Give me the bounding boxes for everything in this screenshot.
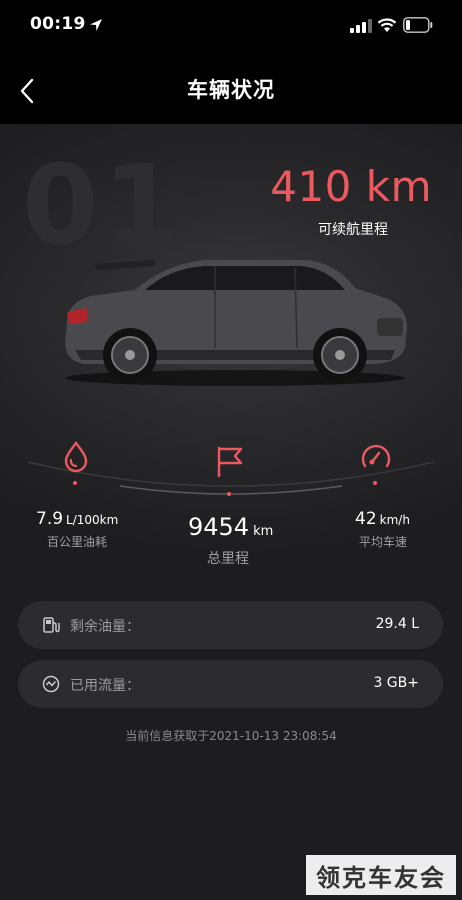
speedometer-icon (361, 444, 391, 468)
odometer-label: 总里程 (207, 551, 249, 567)
indicator-dot (227, 492, 231, 496)
indicator-dot (73, 481, 77, 485)
avg-speed-label: 平均车速 (359, 535, 408, 549)
car-image (65, 260, 407, 386)
odometer-number: 9454 (188, 513, 250, 541)
indicator-dot (373, 481, 377, 485)
remaining-fuel-label: 剩余油量： (70, 619, 140, 635)
data-usage-card[interactable]: 已用流量： 3 GB+ (18, 660, 443, 708)
status-bar: 00:19 (0, 0, 462, 52)
data-usage-icon (42, 675, 60, 693)
battery-icon (403, 17, 433, 33)
avg-speed-value: 42 km/h (355, 509, 410, 529)
odometer-value: 9454 km (188, 513, 273, 541)
location-arrow-icon (90, 19, 102, 31)
wifi-icon (377, 18, 397, 32)
range-label: 可续航里程 (318, 222, 388, 238)
fuel-consumption-unit: L/100km (66, 513, 119, 527)
data-usage-label: 已用流量： (70, 678, 140, 694)
nav-bar: 车辆状况 (0, 52, 462, 124)
fuel-consumption-label: 百公里油耗 (47, 535, 108, 549)
fuel-consumption-number: 7.9 (36, 509, 64, 529)
status-time: 00:19 (30, 14, 86, 34)
odometer-unit: km (253, 524, 274, 539)
watermark: 领克车友会 (306, 855, 456, 895)
avg-speed-number: 42 (355, 509, 377, 529)
remaining-fuel-value: 29.4 L (375, 616, 419, 632)
remaining-fuel-card[interactable]: 剩余油量： 29.4 L (18, 601, 443, 649)
fuel-consumption-value: 7.9 L/100km (36, 509, 118, 529)
range-value: 410 km (270, 162, 432, 211)
flag-icon (217, 446, 243, 478)
cellular-signal-icon (350, 19, 372, 33)
avg-speed-unit: km/h (379, 513, 410, 527)
fuel-pump-icon (43, 617, 60, 633)
background-number: 01 (22, 141, 184, 269)
page-title: 车辆状况 (187, 78, 275, 102)
update-timestamp: 当前信息获取于2021-10-13 23:08:54 (125, 729, 337, 743)
data-usage-value: 3 GB+ (373, 675, 419, 691)
fuel-drop-icon (64, 441, 88, 473)
